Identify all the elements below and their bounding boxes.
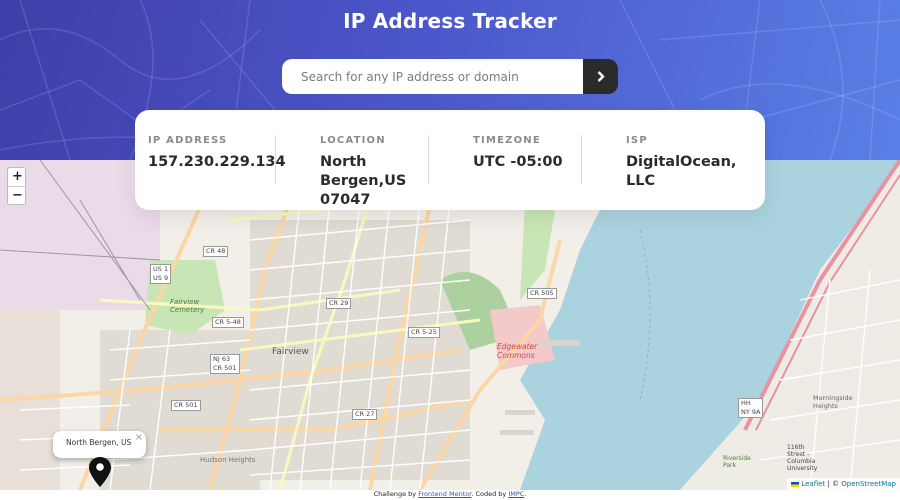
place-label-edgewater-commons: Edgewater Commons — [497, 342, 538, 360]
zoom-control: + − — [7, 167, 26, 205]
road-badge: NJ 63 CR 501 — [210, 354, 240, 374]
attribution-separator: | © — [827, 480, 840, 488]
place-label-morningside-heights: Morningside Heights — [813, 394, 853, 410]
road-badge: CR 5-48 — [212, 317, 244, 328]
search-input[interactable] — [282, 59, 583, 94]
location-section: LOCATION North Bergen,US 07047 — [320, 134, 420, 208]
location-value: North Bergen,US 07047 — [320, 154, 407, 208]
road-badge: CR 48 — [203, 246, 229, 257]
author-link[interactable]: IMPC — [508, 490, 524, 498]
footer-suffix: . — [524, 490, 527, 498]
isp-section: ISP DigitalOcean, LLC — [626, 134, 751, 196]
divider — [581, 135, 582, 184]
timezone-section: TIMEZONE UTC -05:00 — [473, 134, 583, 196]
divider — [428, 135, 429, 184]
place-label-hudson-heights: Hudson Heights — [200, 456, 256, 464]
chevron-right-icon — [597, 71, 605, 82]
place-label-riverside-park: Riverside Park — [723, 455, 751, 469]
isp-label: ISP — [626, 135, 648, 146]
leaflet-link[interactable]: Leaflet — [801, 480, 825, 488]
ip-info-card: IP ADDRESS 157.230.229.134 LOCATION Nort… — [135, 110, 765, 210]
footer-prefix: Challenge by — [373, 490, 417, 498]
popup-text: North Bergen, US — [66, 438, 132, 447]
place-label-fairview: Fairview — [272, 347, 309, 357]
search-submit-button[interactable] — [583, 59, 618, 94]
road-badge: CR 27 — [352, 409, 378, 420]
footer-middle: . Coded by — [471, 490, 507, 498]
page-title: IP Address Tracker — [343, 9, 557, 33]
frontend-mentor-link[interactable]: Frontend Mentor — [418, 490, 471, 498]
zoom-out-button[interactable]: − — [8, 186, 25, 204]
popup-close-button[interactable]: × — [135, 432, 143, 443]
ip-address-label: IP ADDRESS — [148, 135, 228, 146]
openstreetmap-link[interactable]: OpenStreetMap — [841, 480, 896, 488]
map-attribution: Leaflet | © OpenStreetMap — [787, 478, 900, 490]
isp-value: DigitalOcean, LLC — [626, 154, 737, 189]
road-badge: US 1 US 9 — [150, 264, 172, 284]
location-label: LOCATION — [320, 135, 386, 146]
road-badge: CR 5-25 — [408, 327, 440, 338]
search-form — [282, 59, 618, 94]
place-label-fairview-cemetery: Fairview Cemetery — [170, 298, 205, 314]
location-pin-icon[interactable] — [88, 456, 112, 488]
timezone-label: TIMEZONE — [473, 135, 541, 146]
location-popup: North Bergen, US × — [53, 431, 146, 464]
divider — [275, 135, 276, 184]
road-badge: CR 505 — [527, 288, 557, 299]
road-badge: CR 29 — [326, 298, 352, 309]
ukraine-flag-icon — [791, 481, 800, 487]
footer-attribution: Challenge by Frontend Mentor. Coded by I… — [0, 490, 900, 500]
road-badge: CR 501 — [171, 400, 201, 411]
ip-address-value: 157.230.229.134 — [148, 154, 286, 170]
timezone-value: UTC -05:00 — [473, 154, 563, 170]
road-badge: HH NY 9A — [738, 398, 764, 418]
place-label-columbia: 116th Street - Columbia University — [787, 444, 818, 472]
ip-address-section: IP ADDRESS 157.230.229.134 — [148, 134, 286, 196]
zoom-in-button[interactable]: + — [8, 168, 25, 186]
